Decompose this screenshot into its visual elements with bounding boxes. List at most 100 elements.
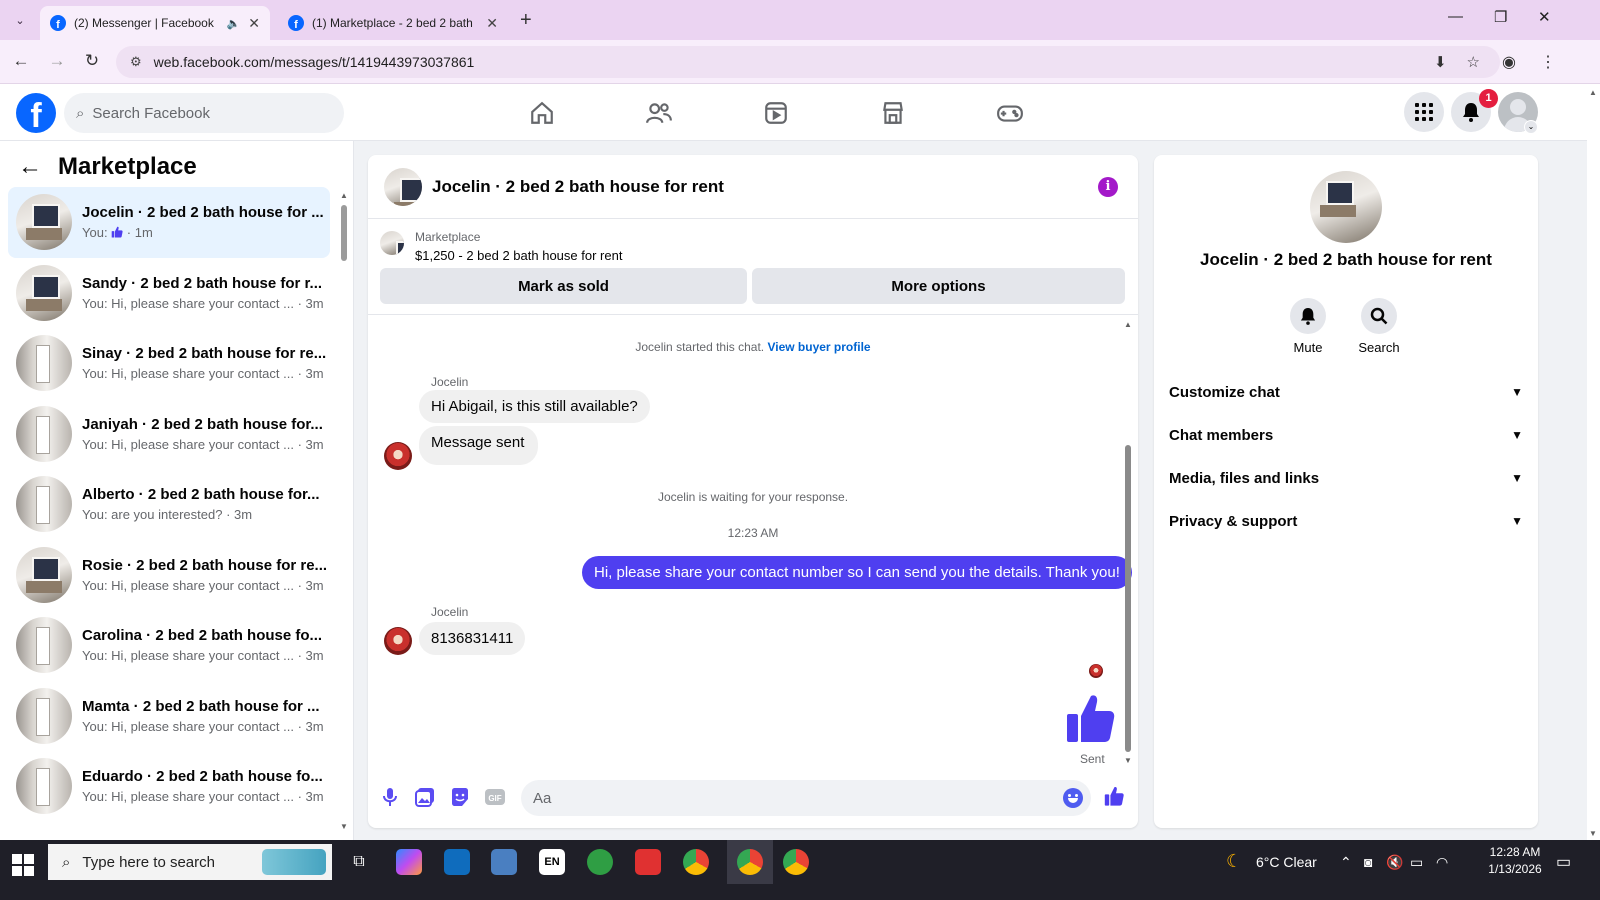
conversation-item[interactable]: Janiyah · 2 bed 2 bath house for... You: … — [8, 399, 330, 470]
search-in-chat-button[interactable]: Search — [1349, 298, 1409, 355]
incoming-message[interactable]: Hi Abigail, is this still available? — [419, 390, 650, 423]
forward-button[interactable]: → — [46, 51, 68, 71]
emoji-icon[interactable] — [1063, 788, 1083, 808]
view-buyer-profile-link[interactable]: View buyer profile — [767, 340, 870, 354]
tab-search-chevron-icon[interactable]: ⌄ — [8, 8, 32, 32]
conversation-item[interactable]: Carolina · 2 bed 2 bath house fo... You: … — [8, 610, 330, 681]
language-app-icon[interactable]: EN — [539, 849, 565, 875]
listing-thumbnail[interactable] — [380, 231, 404, 255]
conversation-item[interactable]: Sandy · 2 bed 2 bath house for r... You: … — [8, 258, 330, 329]
chat-members-section[interactable]: Chat members ▼ — [1169, 421, 1523, 449]
minimize-button[interactable]: — — [1448, 8, 1463, 25]
install-app-icon[interactable]: ⬇ — [1434, 53, 1447, 71]
mute-button[interactable]: Mute — [1278, 298, 1338, 355]
sidebar-scrollbar[interactable]: ▲ ▼ — [340, 191, 348, 831]
composer-field[interactable] — [521, 780, 1091, 816]
chat-avatar[interactable] — [384, 167, 422, 206]
task-view-icon[interactable]: ⧉ — [346, 849, 372, 875]
wifi-icon[interactable]: ◠ — [1436, 854, 1448, 871]
chat-title[interactable]: Jocelin · 2 bed 2 bath house for rent — [432, 177, 724, 197]
outlook-icon[interactable] — [444, 849, 470, 875]
scroll-down-icon[interactable]: ▼ — [1124, 756, 1132, 765]
restore-button[interactable]: ❐ — [1494, 8, 1507, 26]
listing-price-title[interactable]: $1,250 - 2 bed 2 bath house for rent — [415, 248, 622, 263]
facebook-logo[interactable]: f — [16, 93, 56, 133]
more-options-button[interactable]: More options — [752, 268, 1125, 304]
address-bar[interactable]: ⚙ web.facebook.com/messages/t/1419443973… — [116, 46, 1500, 78]
volume-muted-icon[interactable]: 🔇 — [1386, 854, 1403, 871]
new-tab-button[interactable]: + — [520, 9, 532, 31]
camera-icon[interactable]: ◙ — [1364, 854, 1372, 870]
weather-moon-icon[interactable]: ☾ — [1226, 851, 1242, 872]
windows-start-icon[interactable] — [12, 854, 36, 878]
photo-icon[interactable] — [415, 787, 435, 807]
privacy-support-section[interactable]: Privacy & support ▼ — [1169, 507, 1523, 535]
mark-as-sold-button[interactable]: Mark as sold — [380, 268, 747, 304]
bookmark-star-icon[interactable]: ☆ — [1467, 53, 1480, 71]
scroll-thumb[interactable] — [341, 205, 347, 261]
media-files-links-section[interactable]: Media, files and links ▼ — [1169, 464, 1523, 492]
tab-messenger[interactable]: f (2) Messenger | Facebook 🔈 ✕ — [40, 6, 270, 40]
conversation-item[interactable]: Eduardo · 2 bed 2 bath house fo... You: H… — [8, 751, 330, 822]
tab-marketplace[interactable]: f (1) Marketplace - 2 bed 2 bath ✕ — [278, 6, 508, 40]
close-tab-icon[interactable]: ✕ — [486, 15, 498, 32]
incoming-message[interactable]: Message sent — [419, 426, 539, 465]
gif-icon[interactable]: GIF — [485, 787, 505, 807]
search-highlight-icon[interactable] — [262, 849, 326, 875]
conversation-item[interactable]: Sinay · 2 bed 2 bath house for re... You:… — [8, 328, 330, 399]
microphone-icon[interactable] — [380, 787, 400, 807]
whatsapp-icon[interactable] — [587, 849, 613, 875]
sender-avatar[interactable] — [384, 627, 412, 655]
back-button[interactable]: ← — [10, 51, 32, 71]
scroll-thumb[interactable] — [1125, 445, 1131, 752]
scroll-up-icon[interactable]: ▲ — [1589, 88, 1597, 97]
close-tab-icon[interactable]: ✕ — [248, 15, 260, 32]
gaming-icon[interactable] — [994, 97, 1026, 129]
tray-chevron-icon[interactable]: ⌃ — [1340, 854, 1352, 871]
outgoing-message[interactable]: Hi, please share your contact number so … — [582, 556, 1132, 589]
send-like-icon[interactable] — [1104, 786, 1124, 806]
home-icon[interactable] — [526, 97, 558, 129]
facebook-search-input[interactable] — [92, 104, 313, 122]
reload-button[interactable]: ↻ — [81, 51, 103, 71]
like-thumb-icon[interactable] — [1065, 692, 1115, 749]
browser-menu-icon[interactable]: ⋮ — [1540, 52, 1556, 72]
video-icon[interactable] — [760, 97, 792, 129]
facebook-search[interactable]: ⌕ — [64, 93, 344, 133]
chat-scrollbar[interactable]: ▲ ▼ — [1124, 320, 1132, 765]
site-info-icon[interactable]: ⚙ — [130, 54, 142, 70]
copilot-icon[interactable] — [396, 849, 422, 875]
sender-avatar[interactable] — [384, 442, 412, 470]
chrome-profile-icon[interactable] — [737, 849, 763, 875]
scroll-down-icon[interactable]: ▼ — [1589, 829, 1597, 838]
customize-chat-section[interactable]: Customize chat ▼ — [1169, 378, 1523, 406]
chrome-profile-icon[interactable] — [783, 849, 809, 875]
friends-icon[interactable] — [643, 97, 675, 129]
back-arrow-icon[interactable]: ← — [18, 153, 42, 181]
anydesk-icon[interactable] — [635, 849, 661, 875]
menu-grid-icon[interactable] — [1404, 92, 1444, 132]
scroll-up-icon[interactable]: ▲ — [340, 191, 348, 200]
account-chevron-icon[interactable]: ⌄ — [1524, 120, 1538, 134]
conversation-item[interactable]: Jocelin · 2 bed 2 bath house for ... You:… — [8, 187, 330, 258]
system-clock[interactable]: 12:28 AM 1/13/2026 — [1487, 844, 1543, 878]
marketplace-icon[interactable] — [877, 97, 909, 129]
message-input[interactable] — [521, 780, 1041, 816]
chrome-icon[interactable] — [683, 849, 709, 875]
conversation-item[interactable]: Mamta · 2 bed 2 bath house for ... You: H… — [8, 681, 330, 752]
info-icon[interactable]: i — [1098, 177, 1118, 197]
page-scrollbar[interactable]: ▲ ▼ — [1587, 84, 1600, 840]
weather-text[interactable]: 6°C Clear — [1256, 854, 1317, 870]
profile-icon[interactable]: ◉ — [1502, 52, 1516, 72]
sticker-icon[interactable] — [450, 787, 470, 807]
scroll-up-icon[interactable]: ▲ — [1124, 320, 1132, 329]
incoming-message[interactable]: 8136831411 — [419, 622, 526, 655]
close-window-button[interactable]: ✕ — [1538, 8, 1551, 26]
battery-icon[interactable]: ▭ — [1410, 854, 1423, 871]
notification-center-icon[interactable]: ▭ — [1556, 852, 1571, 872]
computer-app-icon[interactable] — [491, 849, 517, 875]
speaker-icon[interactable]: 🔈 — [227, 17, 241, 30]
conversation-item[interactable]: Alberto · 2 bed 2 bath house for... You: … — [8, 469, 330, 540]
conversation-item[interactable]: Rosie · 2 bed 2 bath house for re... You:… — [8, 540, 330, 611]
info-avatar[interactable] — [1310, 171, 1382, 243]
